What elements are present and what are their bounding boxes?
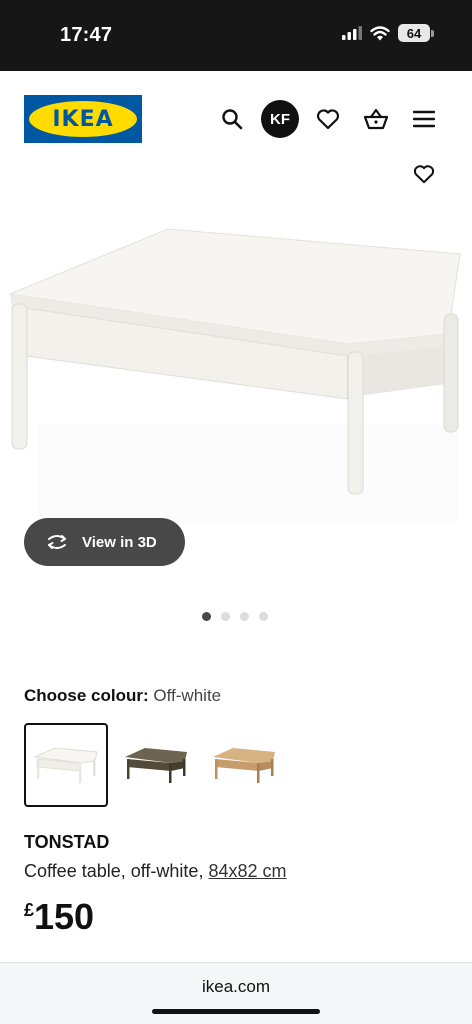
basket-icon[interactable] bbox=[358, 101, 394, 137]
browser-url-bar[interactable]: ikea.com bbox=[0, 962, 472, 1024]
ikea-logo[interactable]: IKEA bbox=[24, 95, 142, 143]
home-indicator[interactable] bbox=[152, 1009, 320, 1014]
logo-oval: IKEA bbox=[29, 101, 137, 137]
carousel-dot[interactable] bbox=[240, 612, 249, 621]
battery-level: 64 bbox=[398, 24, 430, 42]
swatch-table-off-white bbox=[33, 747, 98, 783]
account-avatar[interactable]: KF bbox=[261, 100, 299, 138]
carousel-dot[interactable] bbox=[221, 612, 230, 621]
hamburger-menu-icon[interactable] bbox=[406, 101, 442, 137]
price-value: 150 bbox=[34, 896, 95, 937]
add-to-favourites-icon[interactable] bbox=[410, 160, 438, 188]
selected-colour: Off-white bbox=[153, 686, 222, 705]
product-image bbox=[8, 228, 461, 522]
colour-swatch-dark-brown[interactable] bbox=[114, 723, 198, 807]
swatch-table-oak bbox=[213, 748, 275, 783]
carousel-indicator bbox=[202, 612, 268, 621]
wifi-icon bbox=[370, 25, 390, 40]
product-description-text: Coffee table, off-white, bbox=[24, 861, 204, 881]
product-description: Coffee table, off-white, 84x82 cm bbox=[24, 861, 287, 882]
colour-swatch-oak[interactable] bbox=[202, 723, 286, 807]
carousel-dot[interactable] bbox=[259, 612, 268, 621]
product-dimensions-link[interactable]: 84x82 cm bbox=[208, 861, 286, 881]
status-icons: 64 bbox=[342, 24, 434, 42]
swatch-table-dark-brown bbox=[125, 748, 187, 783]
colour-swatch-off-white[interactable] bbox=[24, 723, 108, 807]
view-in-3d-button[interactable]: View in 3D bbox=[24, 518, 185, 566]
colour-chooser-heading: Choose colour: Off-white bbox=[24, 686, 221, 706]
heart-icon[interactable] bbox=[310, 101, 346, 137]
battery-tip bbox=[431, 29, 434, 37]
carousel-dot[interactable] bbox=[202, 612, 211, 621]
price-currency: £ bbox=[24, 900, 35, 920]
status-time: 17:47 bbox=[60, 24, 113, 46]
colour-label: Choose colour: bbox=[24, 686, 149, 705]
view-in-3d-label: View in 3D bbox=[82, 533, 157, 551]
browser-url[interactable]: ikea.com bbox=[0, 977, 472, 997]
site-header: IKEA KF bbox=[0, 71, 472, 163]
battery-indicator: 64 bbox=[398, 24, 434, 42]
search-icon[interactable] bbox=[214, 101, 250, 137]
rotate-3d-icon bbox=[48, 535, 66, 549]
status-bar: 17:47 64 bbox=[0, 0, 472, 71]
product-price: £150 bbox=[24, 896, 94, 938]
signal-icon bbox=[342, 26, 362, 40]
logo-text: IKEA bbox=[52, 106, 114, 132]
product-name: TONSTAD bbox=[24, 832, 110, 852]
